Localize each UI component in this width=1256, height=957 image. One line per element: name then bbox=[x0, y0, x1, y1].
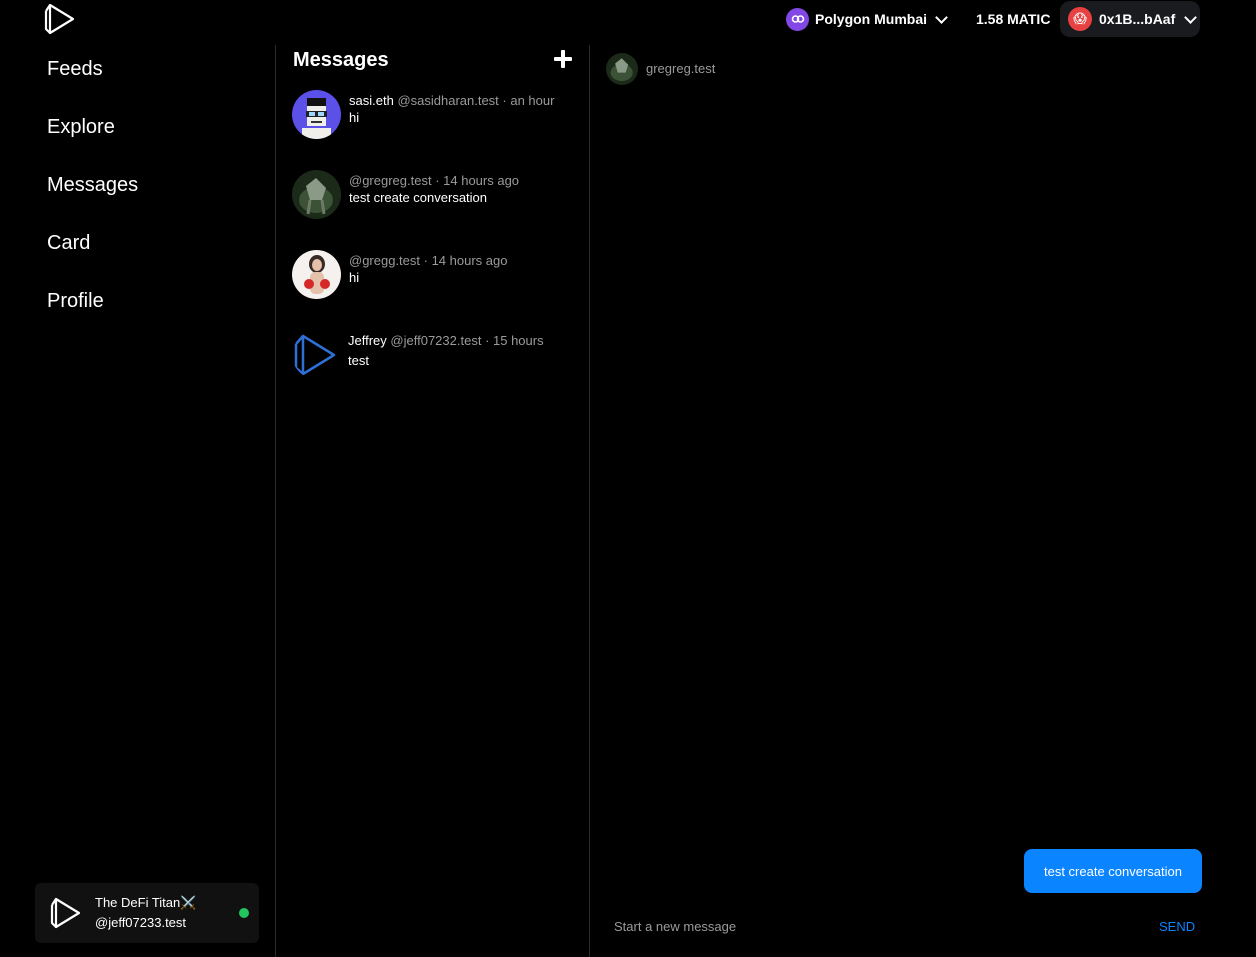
profile-name: The DeFi Titan⚔️ bbox=[95, 895, 197, 910]
conversation-time: · an hour bbox=[502, 93, 555, 108]
sidebar-item-explore[interactable]: Explore bbox=[47, 116, 115, 139]
messages-divider bbox=[589, 45, 590, 957]
conversation-name: Jeffrey bbox=[348, 333, 387, 348]
sidebar-item-profile[interactable]: Profile bbox=[47, 290, 104, 313]
conversation-preview: test bbox=[348, 353, 369, 368]
new-conversation-button[interactable] bbox=[553, 49, 573, 69]
avatar bbox=[292, 170, 341, 219]
conversation-preview: hi bbox=[349, 110, 360, 125]
conversation-preview: hi bbox=[349, 270, 360, 285]
network-selector-button[interactable]: Polygon Mumbai bbox=[786, 7, 948, 31]
conversation-name: sasi.eth bbox=[349, 93, 394, 108]
conversation-time: · 14 hours ago bbox=[435, 173, 520, 188]
chevron-down-icon bbox=[1184, 10, 1198, 24]
network-name: Polygon Mumbai bbox=[815, 11, 927, 27]
conversation-item[interactable]: @gregreg.test · 14 hours ago test create… bbox=[292, 170, 582, 220]
conversation-preview: test create conversation bbox=[349, 190, 488, 205]
avatar bbox=[292, 90, 341, 139]
sidebar-item-messages[interactable]: Messages bbox=[47, 174, 138, 197]
conversation-item[interactable]: sasi.eth @sasidharan.test · an hour hi bbox=[292, 90, 582, 140]
message-input[interactable] bbox=[606, 912, 1146, 940]
polygon-icon bbox=[786, 7, 809, 31]
app-logo-icon[interactable] bbox=[43, 2, 77, 36]
conversation-handle: @jeff07232.test bbox=[390, 333, 482, 348]
conversation-handle: @gregg.test bbox=[349, 253, 421, 268]
chevron-down-icon bbox=[935, 10, 948, 24]
profile-handle: @jeff07233.test bbox=[95, 915, 187, 930]
sidebar-item-feeds[interactable]: Feeds bbox=[47, 58, 103, 81]
wallet-balance: 1.58 MATIC bbox=[976, 11, 1051, 27]
avatar-logo-icon bbox=[292, 330, 341, 379]
current-profile-card[interactable]: The DeFi Titan⚔️ @jeff07233.test bbox=[35, 883, 259, 943]
sidebar-item-card[interactable]: Card bbox=[47, 232, 90, 255]
chat-recipient-name: gregreg.test bbox=[646, 61, 716, 76]
send-button[interactable]: SEND bbox=[1159, 919, 1195, 934]
avatar bbox=[292, 250, 341, 299]
conversation-time: · 14 hours ago bbox=[423, 253, 508, 268]
account-address: 0x1B...bAaf bbox=[1099, 11, 1176, 27]
conversation-handle: @gregreg.test bbox=[349, 173, 432, 188]
chat-recipient-avatar bbox=[606, 53, 638, 85]
account-button[interactable]: 😱 0x1B...bAaf bbox=[1060, 1, 1200, 37]
account-avatar: 😱 bbox=[1068, 7, 1092, 31]
messages-title: Messages bbox=[293, 49, 389, 71]
conversation-item[interactable]: Jeffrey @jeff07232.test · 15 hours test bbox=[292, 330, 582, 380]
conversation-handle: @sasidharan.test bbox=[397, 93, 499, 108]
profile-avatar-logo-icon bbox=[50, 897, 81, 929]
online-status-indicator bbox=[239, 908, 249, 918]
conversation-time: · 15 hours bbox=[485, 333, 544, 348]
sent-message-bubble: test create conversation bbox=[1024, 849, 1202, 893]
sidebar-divider bbox=[275, 45, 276, 957]
conversation-item[interactable]: @gregg.test · 14 hours ago hi bbox=[292, 250, 582, 300]
